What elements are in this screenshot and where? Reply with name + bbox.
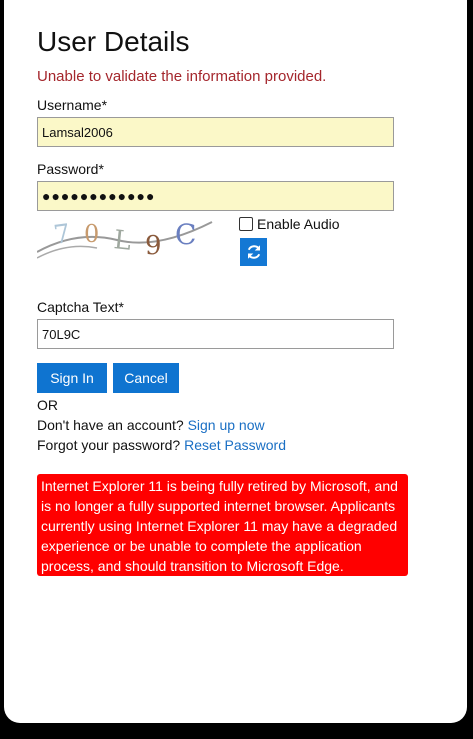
captcha-char-4: 9 <box>145 231 162 261</box>
captcha-char-3: L <box>112 225 132 257</box>
password-label: Password* <box>37 161 104 177</box>
enable-audio-checkbox[interactable] <box>239 217 253 231</box>
ie-retirement-notice: Internet Explorer 11 is being fully reti… <box>37 474 408 576</box>
username-value: Lamsal2006 <box>42 124 113 140</box>
captcha-char-1: 7 <box>52 219 73 251</box>
page-title: User Details <box>37 26 190 57</box>
or-text: OR <box>37 397 58 413</box>
password-input[interactable]: ●●●●●●●●●●●● <box>37 181 394 211</box>
forgot-password-text: Forgot your password? <box>37 437 181 453</box>
error-message: Unable to validate the information provi… <box>37 68 327 85</box>
reset-password-link[interactable]: Reset Password <box>184 437 286 453</box>
no-account-text: Don't have an account? <box>37 417 184 433</box>
username-label: Username* <box>37 97 108 113</box>
refresh-icon <box>247 245 260 259</box>
signup-row: Don't have an account? Sign up now <box>37 417 265 433</box>
reset-row: Forgot your password? Reset Password <box>37 437 286 453</box>
username-input[interactable]: Lamsal2006 <box>37 117 394 147</box>
captcha-graphic: 7 0 L 9 C <box>36 218 213 261</box>
captcha-text-label: Captcha Text* <box>37 299 124 315</box>
sign-in-button[interactable]: Sign In <box>37 363 107 393</box>
captcha-value: 70L9C <box>42 326 81 342</box>
captcha-input[interactable]: 70L9C <box>37 319 394 349</box>
user-details-card: User Details Unable to validate the info… <box>4 0 467 723</box>
password-value: ●●●●●●●●●●●● <box>42 188 156 204</box>
enable-audio-label: Enable Audio <box>257 216 340 232</box>
cancel-button[interactable]: Cancel <box>113 363 179 393</box>
captcha-char-5: C <box>175 218 196 251</box>
enable-audio-row[interactable]: Enable Audio <box>239 216 340 232</box>
sign-up-link[interactable]: Sign up now <box>188 417 265 433</box>
refresh-captcha-button[interactable] <box>240 238 267 266</box>
captcha-image: 7 0 L 9 C <box>36 212 219 266</box>
captcha-char-2: 0 <box>84 220 99 248</box>
